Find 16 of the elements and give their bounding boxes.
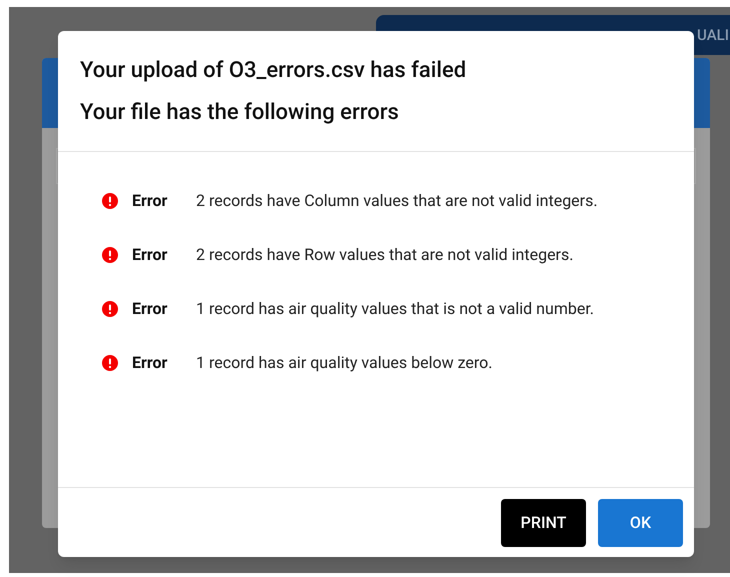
dialog-title: Your upload of O3_errors.csv has failed [80, 57, 468, 85]
error-label: Error [132, 298, 168, 320]
error-label: Error [132, 244, 168, 266]
dialog-title: Your file has the following errors [80, 99, 400, 127]
print-button[interactable]: PRINT [501, 498, 586, 546]
error-icon [102, 301, 118, 317]
error-message: 1 record has air quality values that is not a valid number. [196, 298, 594, 320]
ok-button[interactable]: OK [598, 498, 683, 546]
error-label: Error [132, 190, 168, 212]
error-icon [102, 355, 118, 371]
error-label: Error [132, 352, 168, 374]
error-icon [102, 247, 118, 263]
error-icon [102, 193, 118, 209]
error-message: 2 records have Column values that are not valid integers. [196, 190, 598, 212]
error-message: 1 record has air quality values below zero. [196, 352, 493, 374]
error-message: 2 records have Row values that are not valid integers. [196, 244, 574, 266]
